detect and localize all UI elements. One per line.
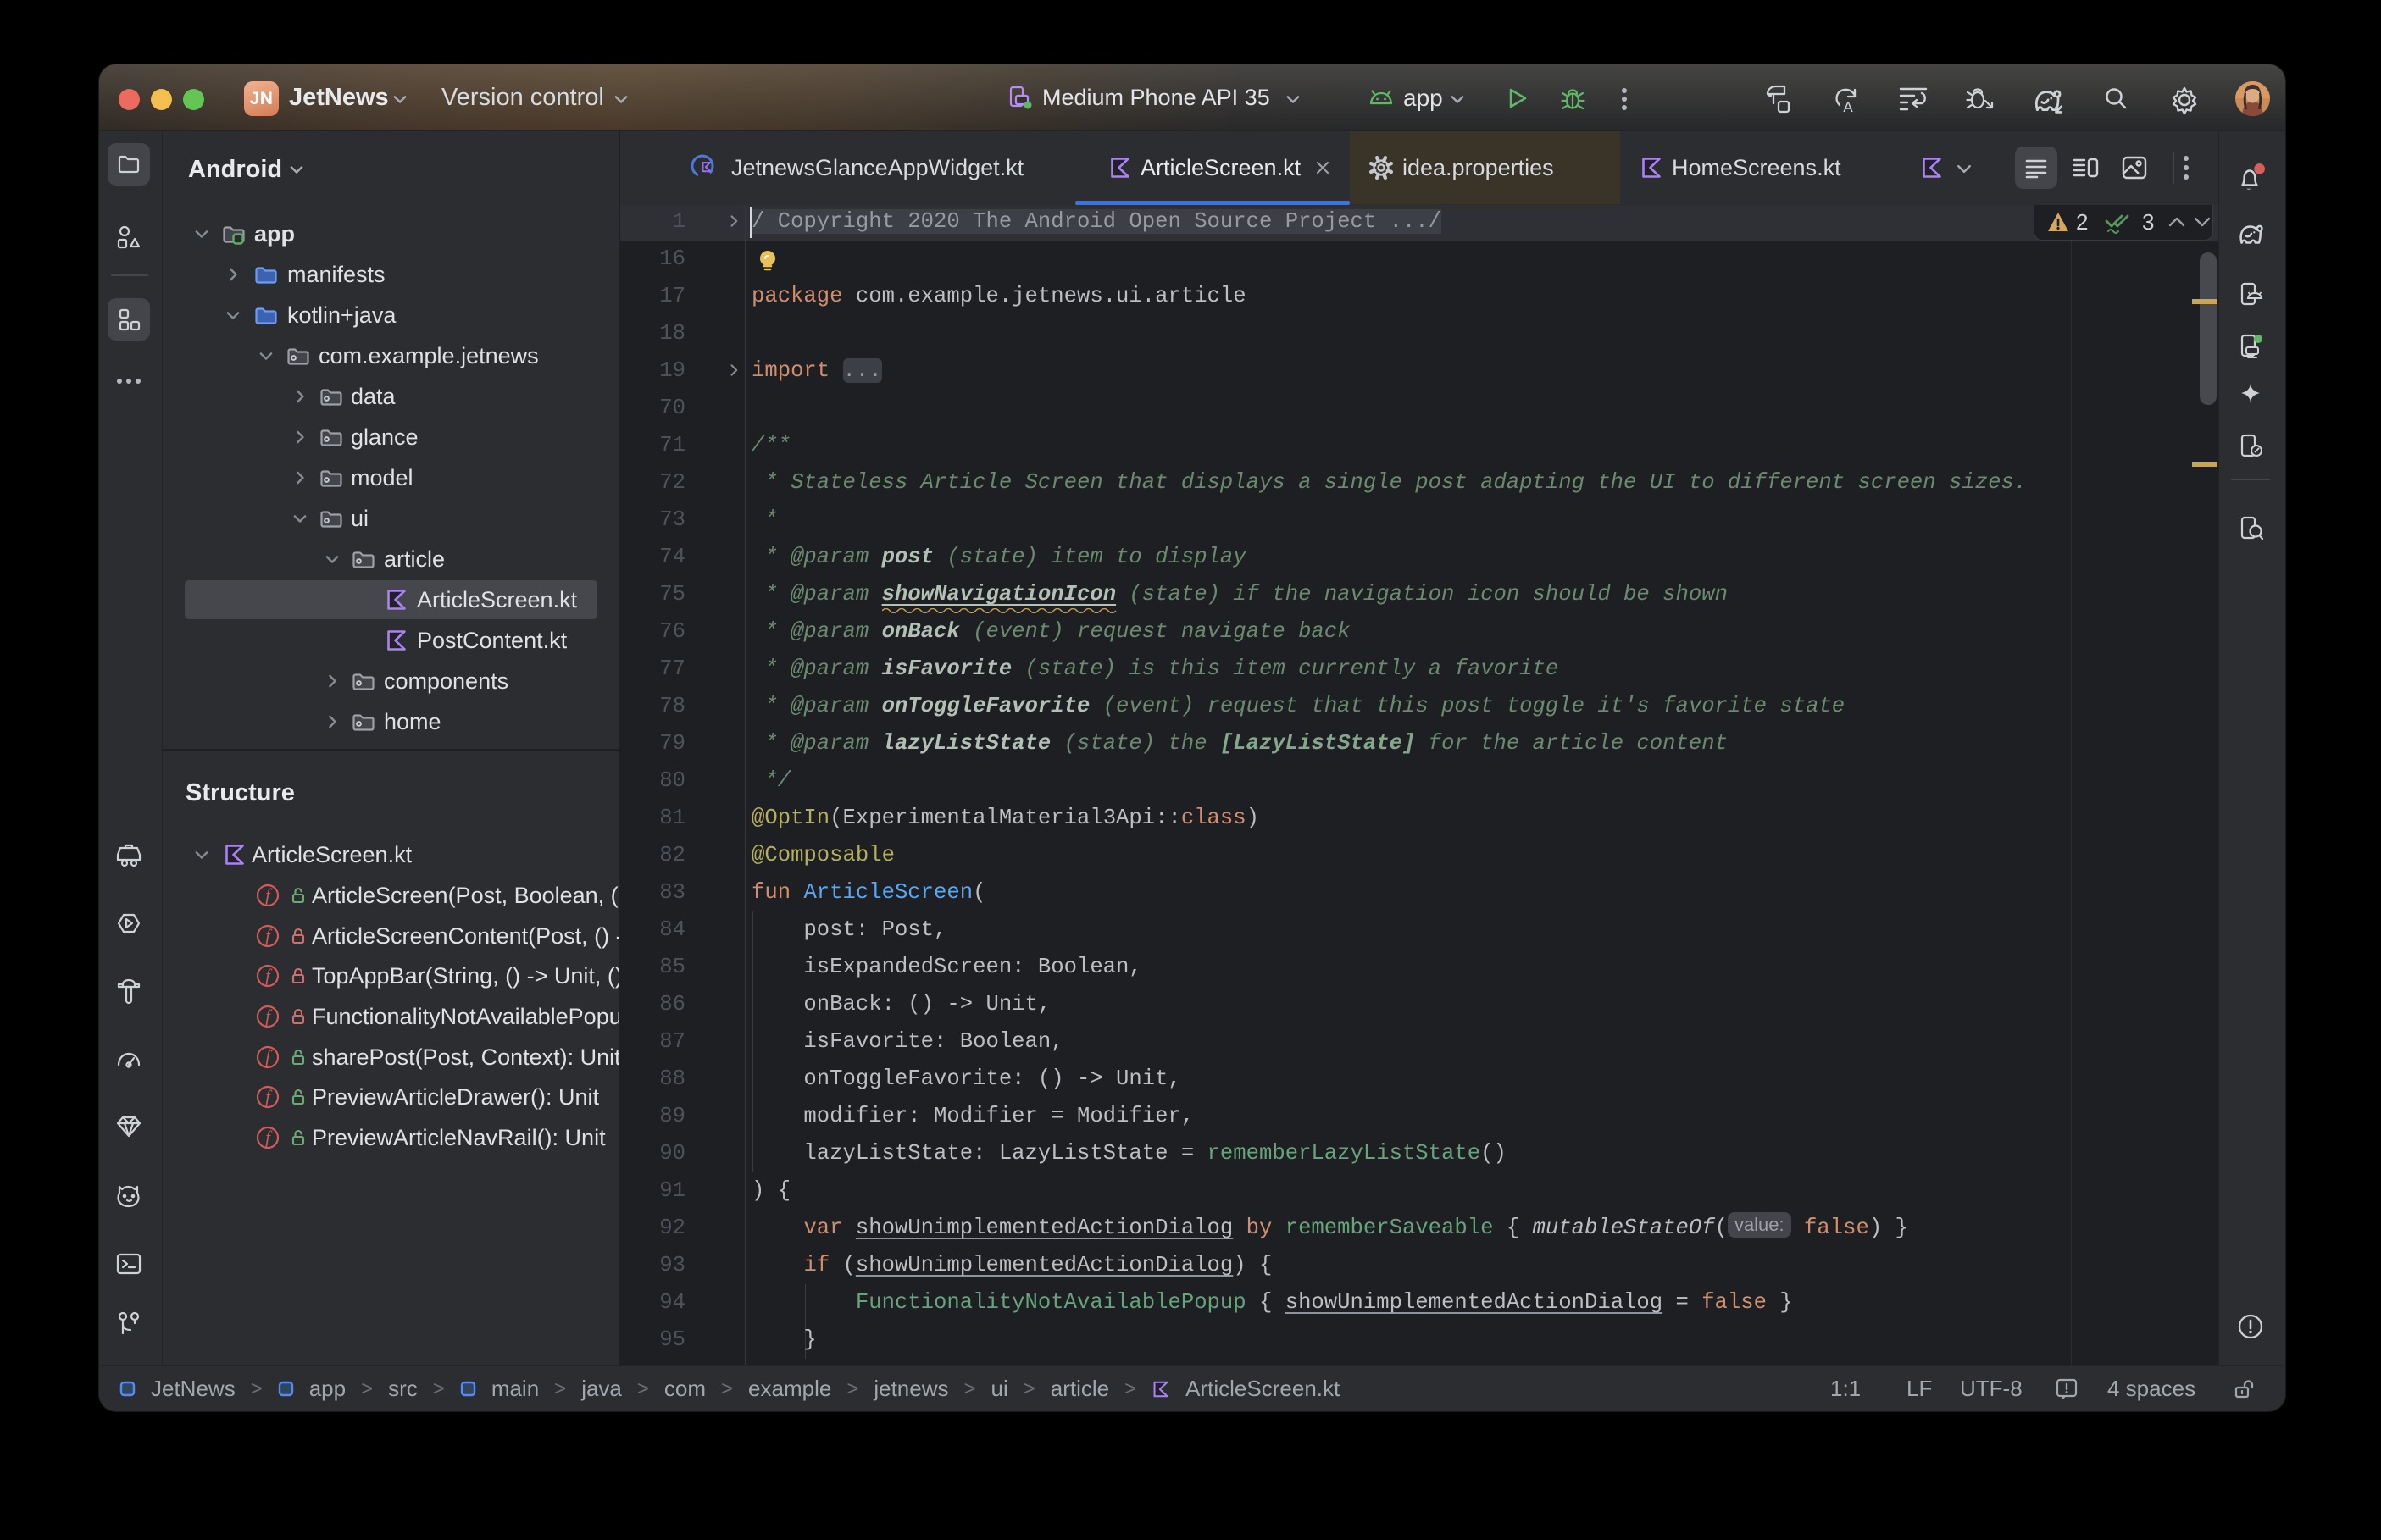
svg-text:A: A (1843, 99, 1853, 115)
svg-text:f: f (265, 1046, 273, 1066)
svg-text:f: f (265, 965, 273, 985)
svg-text:f: f (265, 1086, 273, 1106)
svg-text:f: f (265, 884, 273, 905)
svg-text:f: f (265, 925, 273, 945)
svg-text:f: f (265, 1127, 273, 1147)
svg-text:f: f (265, 1005, 273, 1026)
